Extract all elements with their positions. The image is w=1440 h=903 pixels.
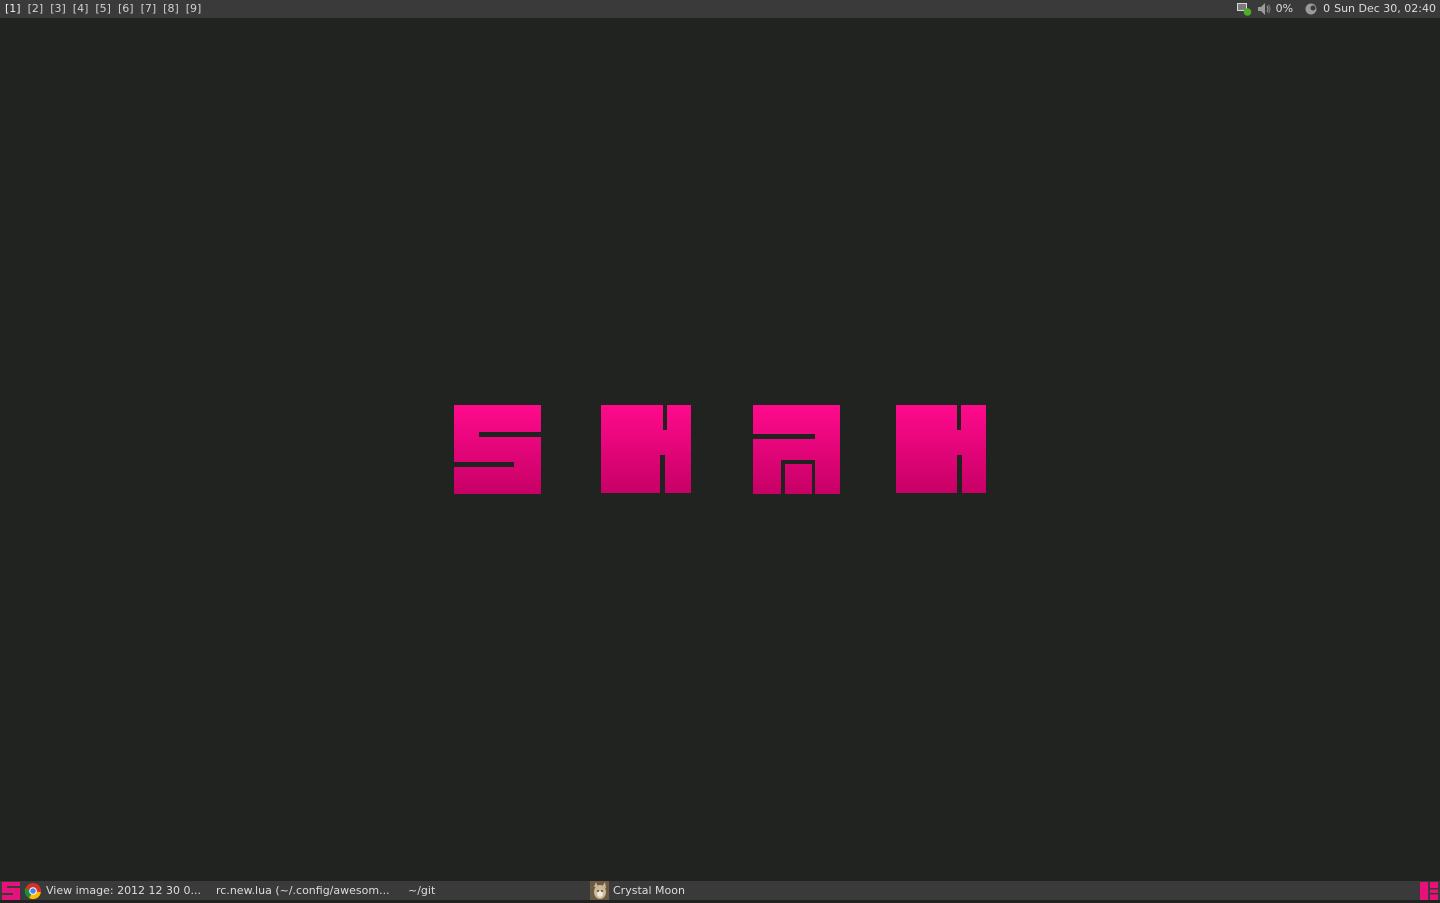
- chrome-icon: [24, 882, 42, 900]
- tag-9[interactable]: [9]: [183, 0, 206, 18]
- awesome-launcher-icon[interactable]: [0, 881, 20, 900]
- desktop-wallpaper: [0, 18, 1440, 881]
- task-label: ~/git: [408, 884, 436, 897]
- clock[interactable]: Sun Dec 30, 02:40: [1334, 0, 1436, 18]
- tag-4[interactable]: [4]: [70, 0, 93, 18]
- network-connected-icon[interactable]: [1236, 1, 1252, 17]
- task-crystal-moon[interactable]: Crystal Moon: [590, 881, 790, 900]
- tag-1[interactable]: [1]: [2, 0, 25, 18]
- tag-5[interactable]: [5]: [92, 0, 115, 18]
- task-terminal[interactable]: ~/git: [408, 881, 590, 900]
- tag-2[interactable]: [2]: [25, 0, 48, 18]
- volume-level[interactable]: 0%: [1276, 0, 1293, 18]
- tag-6[interactable]: [6]: [115, 0, 138, 18]
- logo-letter-h-2: [896, 405, 986, 493]
- system-tray: 0% 0 Sun Dec 30, 02:40: [1236, 0, 1440, 18]
- task-chrome[interactable]: View image: 2012 12 30 0...: [20, 881, 216, 900]
- top-wibox: [1] [2] [3] [4] [5] [6] [7] [8] [9] 0% 0…: [0, 0, 1440, 18]
- speaker-icon[interactable]: [1256, 1, 1272, 17]
- task-label: View image: 2012 12 30 0...: [46, 884, 202, 897]
- layout-tile-icon[interactable]: [1420, 881, 1438, 900]
- mail-icon[interactable]: [1303, 1, 1319, 17]
- mail-count: 0: [1323, 2, 1331, 15]
- task-editor[interactable]: rc.new.lua (~/.config/awesom...: [216, 881, 408, 900]
- shah-logo: [454, 405, 986, 494]
- bottom-wibox: View image: 2012 12 30 0... rc.new.lua (…: [0, 881, 1440, 900]
- cat-avatar-icon: [590, 881, 609, 900]
- logo-letter-s: [454, 405, 541, 494]
- tag-list: [1] [2] [3] [4] [5] [6] [7] [8] [9]: [0, 0, 205, 18]
- task-label: Crystal Moon: [613, 884, 685, 897]
- tag-3[interactable]: [3]: [47, 0, 70, 18]
- tag-7[interactable]: [7]: [138, 0, 161, 18]
- logo-letter-h: [601, 405, 691, 493]
- task-label: rc.new.lua (~/.config/awesom...: [216, 884, 390, 897]
- logo-letter-a: [753, 405, 840, 494]
- tag-8[interactable]: [8]: [160, 0, 183, 18]
